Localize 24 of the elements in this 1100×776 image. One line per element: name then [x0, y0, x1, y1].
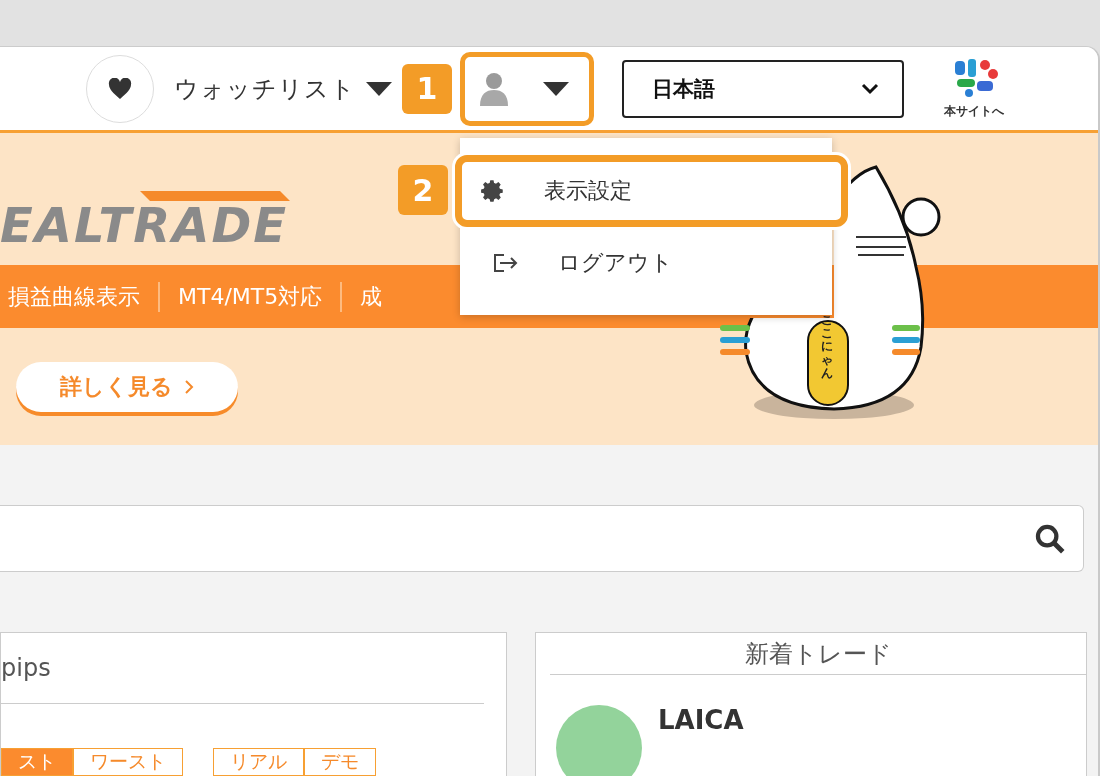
user-menu-button[interactable]: [460, 51, 594, 126]
trader-name: LAICA: [658, 705, 744, 735]
search-field[interactable]: [0, 505, 1084, 572]
watchlist-dropdown[interactable]: ウォッチリスト: [174, 72, 392, 105]
feature-text: 損益曲線表示: [7, 282, 141, 311]
brand-logo: EALTRADE: [0, 201, 290, 249]
mascot-tag-text: ここにゃん: [821, 314, 833, 380]
caret-icon: [543, 81, 569, 96]
callout-badge: 1: [402, 63, 452, 114]
card-title: pips: [1, 633, 484, 704]
heart-icon: [108, 77, 132, 100]
caret-icon: [366, 81, 392, 96]
user-icon: [479, 71, 509, 106]
feature-text: MT4/MT5対応: [158, 281, 341, 312]
language-select[interactable]: 日本語: [622, 59, 904, 118]
settings-icon: [480, 178, 506, 204]
menu-item[interactable]: 表示設定: [455, 155, 848, 227]
card-title: 新着トレード: [550, 633, 1086, 675]
chevron-right-icon: [185, 380, 194, 394]
callout-badge: 2: [398, 165, 448, 215]
chevron-down-icon: [860, 82, 880, 95]
logo-swoosh-icon: [140, 191, 290, 201]
site-link[interactable]: 本サイトへ: [944, 57, 1004, 120]
feature-text: 成: [340, 281, 401, 312]
